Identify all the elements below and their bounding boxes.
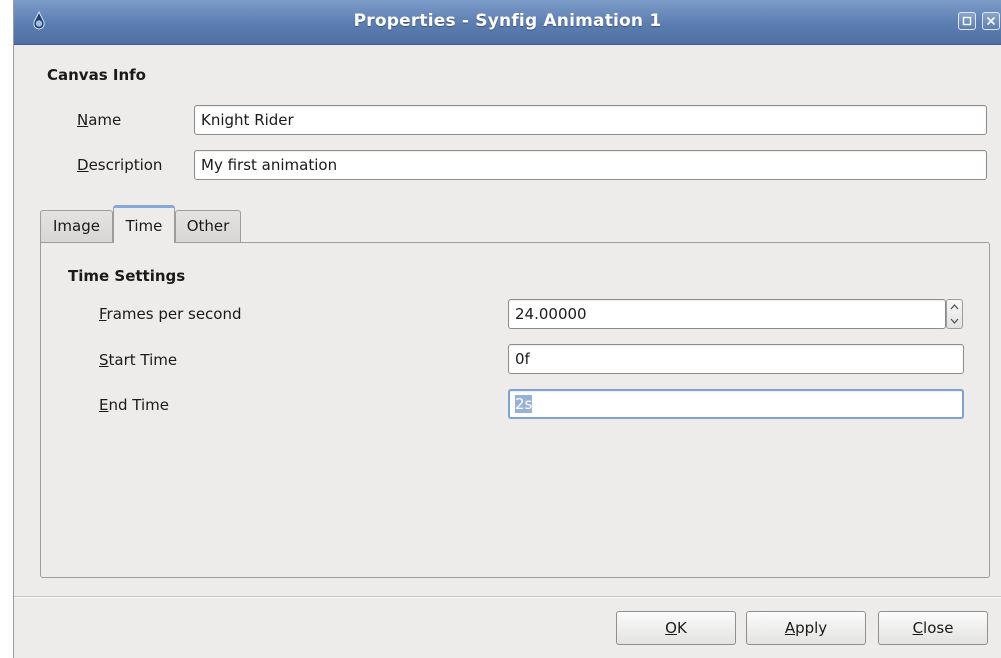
name-label: Name [77,111,121,129]
spin-up-icon [950,304,959,310]
tab-other[interactable]: Other [175,210,241,242]
spin-down-icon [950,318,959,324]
end-time-value: 2s [515,395,533,413]
close-icon [986,16,996,26]
close-button-rest: lose [923,619,954,637]
maximize-button[interactable] [958,12,976,30]
fps-input-value: 24.00000 [515,305,587,323]
start-time-value: 0f [515,350,530,368]
description-input[interactable]: My first animation [194,150,987,180]
start-time-input[interactable]: 0f [508,344,964,374]
close-window-button[interactable] [982,12,1000,30]
end-time-label-rest: nd Time [108,396,169,414]
apply-button-rest: pply [795,619,828,637]
ok-button[interactable]: OK [616,611,736,645]
end-time-label: End Time [99,396,169,414]
canvas-info-heading: Canvas Info [47,66,146,84]
close-button-mnemonic: C [912,619,924,637]
end-time-input[interactable]: 2s [508,389,964,419]
fps-label-mnemonic: F [99,305,107,323]
description-label-rest: escription [88,156,163,174]
properties-dialog: Properties - Synfig Animation 1 Canvas I… [0,0,1001,658]
maximize-icon [962,16,972,26]
apply-button-mnemonic: A [784,619,796,637]
name-input-value: Knight Rider [201,111,294,129]
start-time-label: Start Time [99,351,177,369]
time-settings-heading: Time Settings [68,267,186,285]
description-label: Description [77,156,162,174]
titlebar[interactable]: Properties - Synfig Animation 1 [14,0,1001,45]
fps-spin-buttons[interactable] [946,299,963,329]
fps-spin-input[interactable]: 24.00000 [508,299,946,329]
button-separator [14,596,1001,598]
window-title: Properties - Synfig Animation 1 [353,11,662,31]
description-label-mnemonic: D [77,156,89,174]
description-input-value: My first animation [201,156,338,174]
ok-button-rest: K [676,619,687,637]
spin-up-button[interactable] [947,300,962,314]
spin-down-button[interactable] [947,314,962,328]
ok-button-mnemonic: O [665,619,677,637]
close-button[interactable]: Close [878,611,988,645]
start-time-label-mnemonic: S [99,351,109,369]
fps-label: Frames per second [99,305,242,323]
window-left-edge [0,0,14,658]
name-label-mnemonic: N [77,111,89,129]
name-label-rest: ame [88,111,122,129]
fps-label-rest: rames per second [106,305,242,323]
apply-button[interactable]: Apply [746,611,866,645]
tab-image[interactable]: Image [40,210,113,242]
start-time-label-rest: tart Time [108,351,178,369]
name-input[interactable]: Knight Rider [194,105,987,135]
tab-time[interactable]: Time [113,205,175,243]
